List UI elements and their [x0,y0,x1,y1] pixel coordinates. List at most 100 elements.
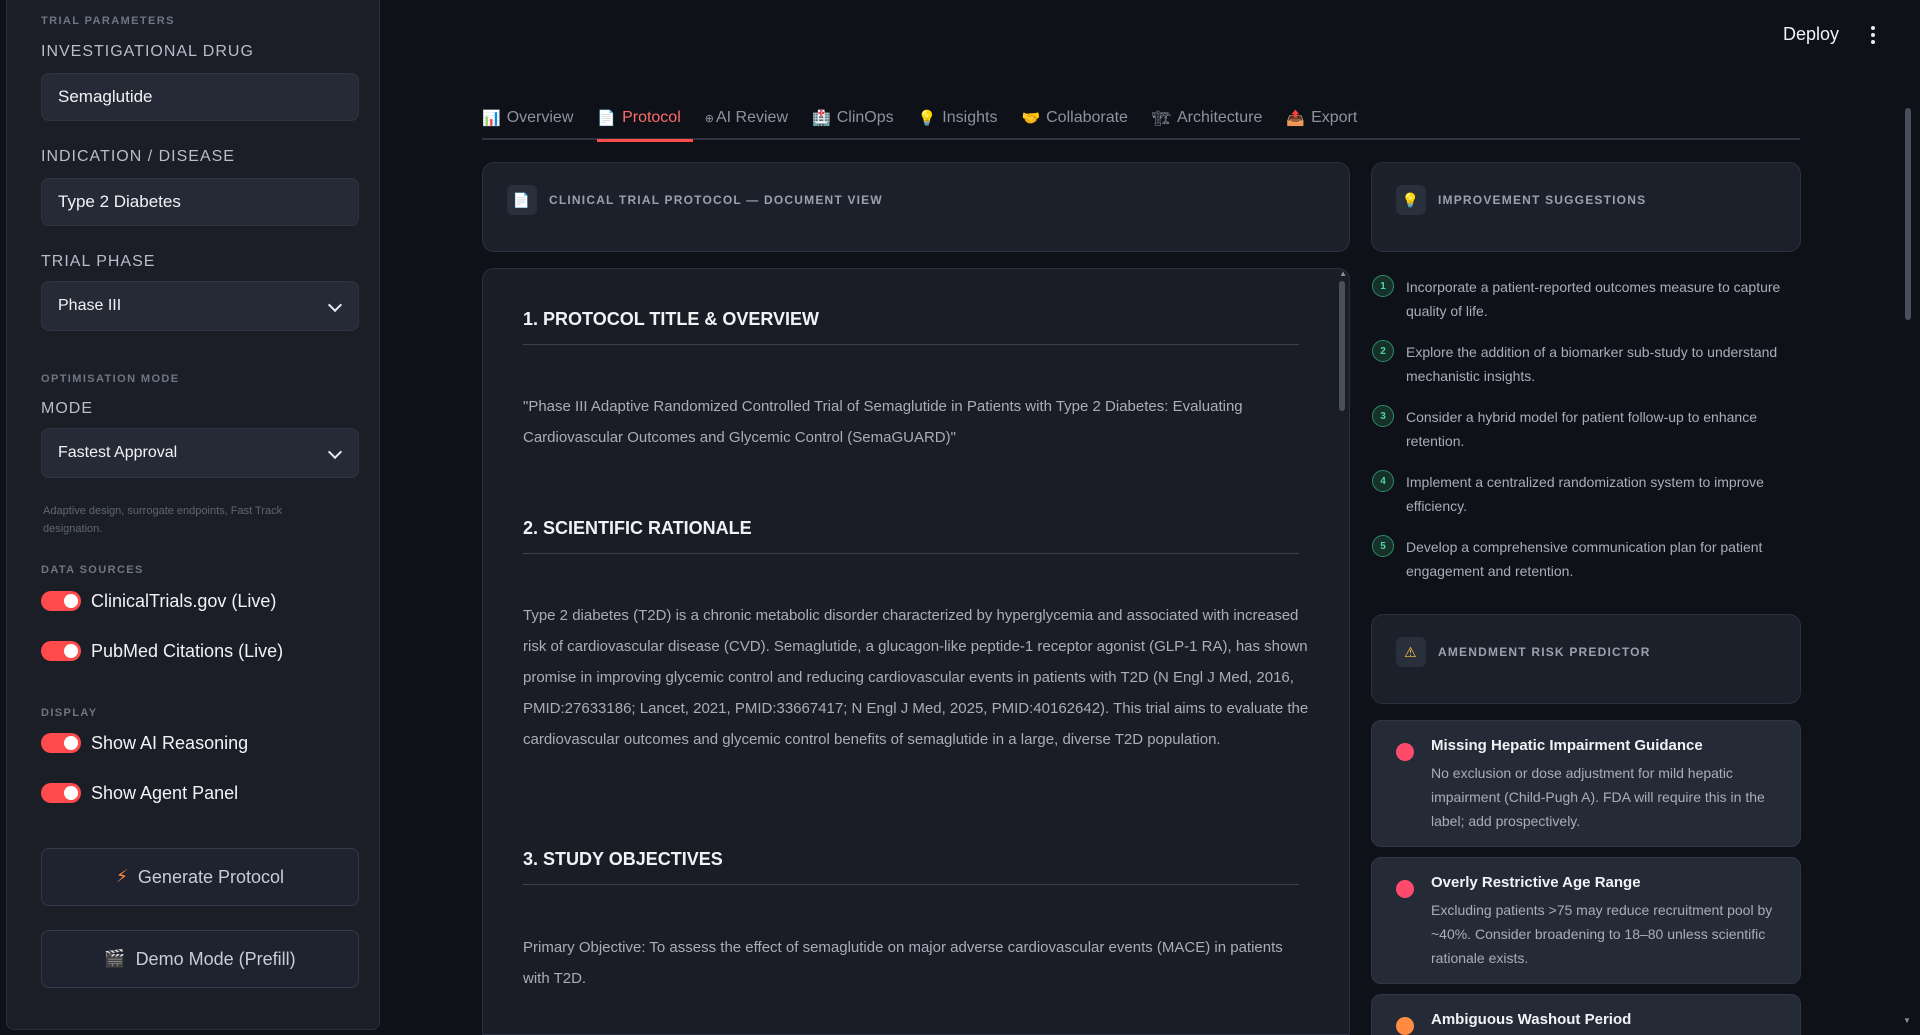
toggle-agent-panel[interactable]: Show Agent Panel [41,781,238,805]
suggestion-number: 2 [1372,340,1394,362]
tab-collaborate[interactable]: 🤝 Collaborate [1021,96,1140,140]
risk-description: Excluding patients >75 may reduce recrui… [1431,902,1773,966]
amendment-risk-header: ⚠ AMENDMENT RISK PREDICTOR [1371,614,1801,704]
suggestion-number: 5 [1372,535,1394,557]
suggestion-text: Consider a hybrid model for patient foll… [1406,409,1757,449]
drug-input[interactable]: Semaglutide [41,73,359,121]
toggle-pubmed[interactable]: PubMed Citations (Live) [41,639,283,663]
sidebar: TRIAL PARAMETERS INVESTIGATIONAL DRUG Se… [6,0,380,1030]
deploy-button[interactable]: Deploy [1783,24,1839,45]
section-body: Primary Objective: To assess the effect … [523,939,1283,987]
tab-label: Overview [506,109,574,126]
toggle-ai-reasoning[interactable]: Show AI Reasoning [41,731,248,755]
main-scrollbar[interactable] [1905,108,1911,320]
scroll-down-arrow-icon[interactable]: ▼ [1903,1016,1911,1025]
tab-clinops[interactable]: 🏥 ClinOps [812,96,906,140]
section-trial-parameters: TRIAL PARAMETERS [41,15,175,27]
tab-label: Collaborate [1046,109,1128,126]
risk-description: No exclusion or dose adjustment for mild… [1431,765,1765,829]
suggestion-item: 1 Incorporate a patient-reported outcome… [1372,275,1802,323]
app-root: TRIAL PARAMETERS INVESTIGATIONAL DRUG Se… [0,0,1920,1035]
suggestion-text: Implement a centralized randomization sy… [1406,474,1764,514]
outbox-icon: 📤 [1286,110,1306,127]
tab-label: ClinOps [836,109,894,126]
mode-select[interactable]: Fastest Approval [41,428,359,478]
section-display: DISPLAY [41,707,98,719]
suggestion-item: 5 Develop a comprehensive communication … [1372,535,1802,583]
more-menu-icon[interactable] [1870,26,1876,46]
chevron-down-icon [327,444,343,460]
risk-title: Missing Hepatic Impairment Guidance [1431,737,1703,754]
scroll-up-arrow-icon[interactable]: ▲ [1339,269,1347,278]
tab-overview[interactable]: 📊 Overview [482,96,585,140]
suggestion-item: 2 Explore the addition of a biomarker su… [1372,340,1802,388]
indication-input[interactable]: Type 2 Diabetes [41,178,359,226]
drug-label: INVESTIGATIONAL DRUG [41,43,254,60]
suggestion-number: 3 [1372,405,1394,427]
section-body: "Phase III Adaptive Randomized Controlle… [523,398,1243,446]
amendment-risk-title: AMENDMENT RISK PREDICTOR [1438,645,1651,659]
generate-protocol-button[interactable]: ⚡ Generate Protocol [41,848,359,906]
toggle-label: ClinicalTrials.gov (Live) [91,590,277,611]
lightning-icon: ⚡ [115,867,128,886]
toggle-switch[interactable] [41,733,81,753]
severity-dot-icon [1396,1017,1414,1035]
section-body: Type 2 diabetes (T2D) is a chronic metab… [523,607,1309,748]
tab-label: Protocol [622,109,681,126]
indication-label: INDICATION / DISEASE [41,148,235,165]
section-data-sources: DATA SOURCES [41,564,144,576]
warning-icon: ⚠ [1396,637,1426,667]
globe-icon: ⊕ [704,112,714,125]
severity-dot-icon [1396,880,1414,898]
suggestions-header: 💡 IMPROVEMENT SUGGESTIONS [1371,162,1801,252]
document-icon: 📄 [507,185,537,215]
clapperboard-icon: 🎬 [104,949,126,968]
toggle-label: PubMed Citations (Live) [91,640,284,661]
section-optimisation-mode: OPTIMISATION MODE [41,373,180,385]
handshake-icon: 🤝 [1021,110,1041,127]
suggestion-text: Develop a comprehensive communication pl… [1406,539,1763,579]
risk-title: Overly Restrictive Age Range [1431,874,1641,891]
toggle-switch[interactable] [41,641,81,661]
chevron-down-icon [327,297,343,313]
section-title: 3. STUDY OBJECTIVES [523,849,1299,885]
risk-card[interactable]: Overly Restrictive Age Range Excluding p… [1371,857,1801,984]
section-title: 1. PROTOCOL TITLE & OVERVIEW [523,309,1299,345]
toggle-switch[interactable] [41,783,81,803]
toggle-clinicaltrials[interactable]: ClinicalTrials.gov (Live) [41,589,276,613]
demo-mode-label: Demo Mode (Prefill) [135,948,296,969]
severity-dot-icon [1396,743,1414,761]
lightbulb-icon: 💡 [917,110,937,127]
toggle-label: Show Agent Panel [91,782,239,803]
lightbulb-icon: 💡 [1396,185,1426,215]
suggestion-number: 4 [1372,470,1394,492]
phase-label: TRIAL PHASE [41,253,156,270]
tab-insights[interactable]: 💡 Insights [918,96,1010,140]
tab-export[interactable]: 📤 Export [1286,96,1369,140]
tab-ai-review[interactable]: ⊕ AI Review [705,96,800,140]
tab-protocol[interactable]: 📄 Protocol [597,96,694,142]
mode-label: MODE [41,400,93,417]
document-view-title: CLINICAL TRIAL PROTOCOL — DOCUMENT VIEW [549,193,883,207]
tab-architecture[interactable]: 🏗 Architecture [1152,96,1274,140]
suggestions-title: IMPROVEMENT SUGGESTIONS [1438,193,1647,207]
phase-select[interactable]: Phase III [41,281,359,331]
protocol-document[interactable]: 1. PROTOCOL TITLE & OVERVIEW "Phase III … [482,268,1350,1035]
toggle-switch[interactable] [41,591,81,611]
risk-card[interactable]: Ambiguous Washout Period [1371,994,1801,1035]
risk-title: Ambiguous Washout Period [1431,1011,1632,1028]
risk-card[interactable]: Missing Hepatic Impairment Guidance No e… [1371,720,1801,847]
tab-label: AI Review [715,109,789,126]
document-scrollbar[interactable] [1339,281,1345,411]
mode-hint: Adaptive design, surrogate endpoints, Fa… [43,505,283,535]
tab-label: Insights [942,109,998,126]
section-title: 2. SCIENTIFIC RATIONALE [523,518,1299,554]
demo-mode-button[interactable]: 🎬 Demo Mode (Prefill) [41,930,359,988]
document-view-header: 📄 CLINICAL TRIAL PROTOCOL — DOCUMENT VIE… [482,162,1350,252]
suggestion-item: 4 Implement a centralized randomization … [1372,470,1802,518]
generate-protocol-label: Generate Protocol [137,866,285,887]
suggestion-text: Explore the addition of a biomarker sub-… [1406,344,1778,384]
suggestion-item: 3 Consider a hybrid model for patient fo… [1372,405,1802,453]
phase-select-value: Phase III [58,297,122,314]
suggestion-text: Incorporate a patient-reported outcomes … [1406,279,1781,319]
